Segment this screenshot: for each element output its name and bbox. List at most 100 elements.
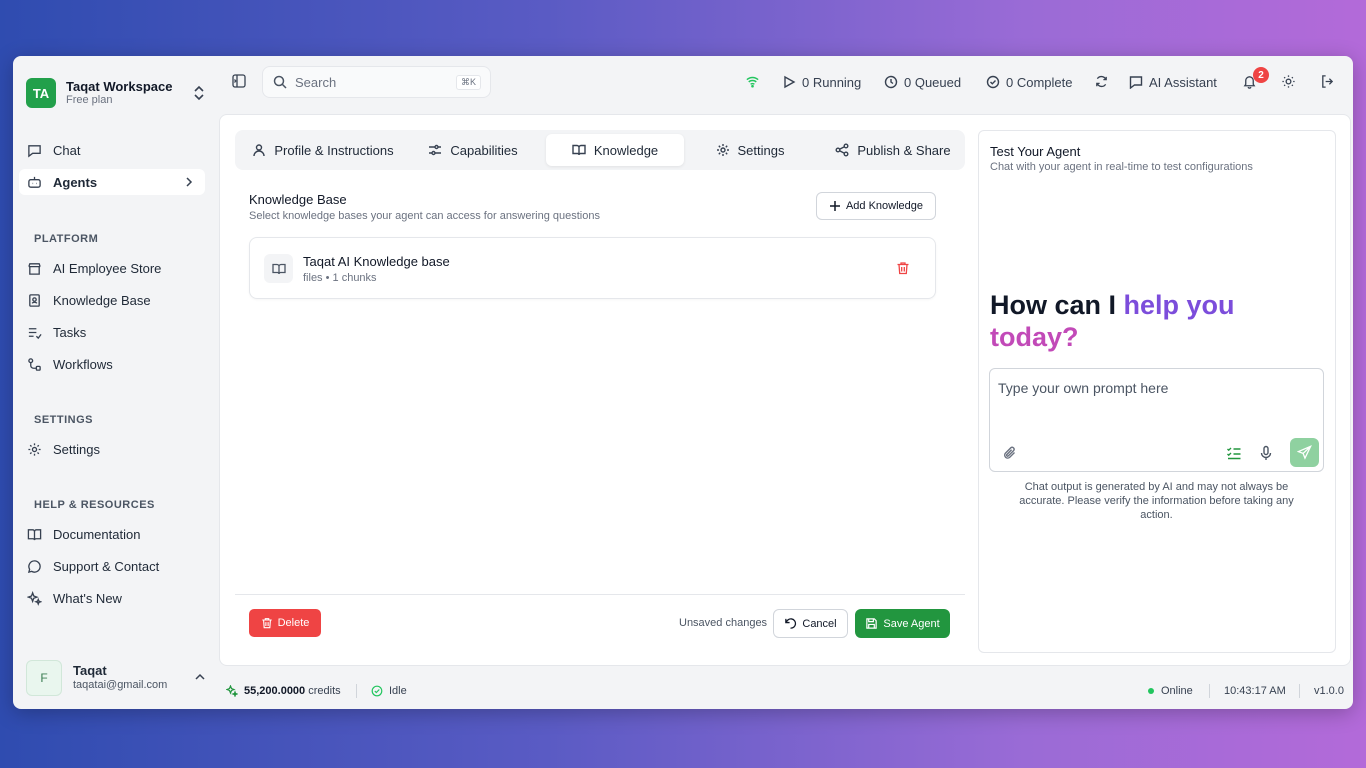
sidebar-item-agents[interactable]: Agents xyxy=(19,169,205,195)
tab-label: Publish & Share xyxy=(857,142,951,158)
tab-label: Settings xyxy=(737,142,785,158)
sidebar-item-label: Tasks xyxy=(53,324,87,340)
refresh-icon[interactable] xyxy=(1094,74,1109,89)
workspace-logo: TA xyxy=(26,78,56,108)
clock-icon xyxy=(884,75,898,89)
tab-label: Knowledge xyxy=(593,142,659,158)
greeting-highlight-2: today? xyxy=(990,322,1079,352)
knowledge-title: Knowledge Base xyxy=(249,192,347,207)
footer-separator xyxy=(356,684,357,698)
online-dot xyxy=(1148,688,1154,694)
workspace-name: Taqat Workspace xyxy=(66,78,173,94)
workspace-plan: Free plan xyxy=(66,94,113,107)
knowledge-subtitle: Select knowledge bases your agent can ac… xyxy=(249,210,600,222)
chat-icon xyxy=(28,144,41,157)
plus-icon xyxy=(829,201,840,211)
sidebar-item-label: Support & Contact xyxy=(53,558,160,574)
delete-button[interactable]: Delete xyxy=(249,609,321,637)
book-open-icon xyxy=(27,528,42,540)
sidebar-item-documentation[interactable]: Documentation xyxy=(19,521,205,547)
send-button[interactable] xyxy=(1290,438,1319,467)
sidebar-item-chat[interactable]: Chat xyxy=(19,137,205,163)
search-shortcut: ⌘K xyxy=(455,75,481,90)
sidebar-item-label: Chat xyxy=(53,142,81,158)
sparkles-icon xyxy=(27,590,42,606)
sidebar-item-workflows[interactable]: Workflows xyxy=(19,351,205,377)
sidebar-item-label: Workflows xyxy=(53,356,113,372)
test-agent-subtitle: Chat with your agent in real-time to tes… xyxy=(990,161,1253,173)
save-agent-button[interactable]: Save Agent xyxy=(855,609,950,638)
logout-icon[interactable] xyxy=(1320,74,1335,89)
ai-assistant-button[interactable]: AI Assistant xyxy=(1129,74,1217,90)
microphone-icon[interactable] xyxy=(1258,445,1274,461)
paperclip-icon[interactable] xyxy=(1002,445,1018,461)
sidebar-item-label: Settings xyxy=(53,441,100,457)
wifi-icon xyxy=(746,76,759,88)
credits-indicator: 55,200.0000 credits xyxy=(226,683,341,699)
queued-status[interactable]: 0 Queued xyxy=(884,74,961,90)
message-circle-icon xyxy=(27,559,41,573)
connection-status: Online xyxy=(1148,683,1193,699)
user-menu[interactable]: F Taqat taqatai@gmail.com xyxy=(26,659,206,697)
tab-knowledge[interactable]: Knowledge xyxy=(546,134,684,166)
knowledge-item-name: Taqat AI Knowledge base xyxy=(303,254,450,269)
main-panel: Profile & Instructions Capabilities Know… xyxy=(219,114,1351,666)
footer-divider xyxy=(235,594,965,595)
avatar: F xyxy=(26,660,62,696)
sidebar-item-support[interactable]: Support & Contact xyxy=(19,553,205,579)
running-status[interactable]: 0 Running xyxy=(782,74,861,90)
online-label: Online xyxy=(1161,685,1193,697)
play-icon xyxy=(784,75,796,89)
agent-status-label: Idle xyxy=(389,685,407,697)
running-label: 0 Running xyxy=(802,74,862,90)
sidebar: TA Taqat Workspace Free plan Chat Agents… xyxy=(13,56,218,709)
unsaved-indicator: Unsaved changes xyxy=(679,617,768,629)
trash-icon[interactable] xyxy=(896,261,910,275)
notification-badge: 2 xyxy=(1253,67,1269,83)
workspace-switcher[interactable]: TA Taqat Workspace Free plan xyxy=(26,78,206,108)
book-open-icon xyxy=(572,144,586,156)
sidebar-item-settings[interactable]: Settings xyxy=(19,436,205,462)
search-icon xyxy=(273,75,287,89)
sidebar-item-knowledge-base[interactable]: Knowledge Base xyxy=(19,287,205,313)
knowledge-item-meta: files • 1 chunks xyxy=(303,272,377,284)
save-icon xyxy=(866,618,878,629)
test-agent-panel: Test Your Agent Chat with your agent in … xyxy=(978,130,1336,653)
chevron-up-icon xyxy=(195,673,205,680)
tab-label: Profile & Instructions xyxy=(274,142,394,158)
tab-settings[interactable]: Settings xyxy=(700,134,800,166)
tab-capabilities[interactable]: Capabilities xyxy=(413,134,533,166)
chevrons-updown-icon xyxy=(194,85,204,101)
sidebar-item-ai-employee-store[interactable]: AI Employee Store xyxy=(19,255,205,281)
queued-label: 0 Queued xyxy=(904,74,962,90)
complete-label: 0 Complete xyxy=(1006,74,1073,90)
sun-icon[interactable] xyxy=(1281,74,1296,89)
search-input[interactable]: Search ⌘K xyxy=(262,66,491,98)
sparkles-icon xyxy=(226,685,238,697)
add-knowledge-button[interactable]: Add Knowledge xyxy=(816,192,936,220)
sidebar-toggle-icon[interactable] xyxy=(232,74,246,88)
section-settings: SETTINGS xyxy=(34,414,94,426)
workflow-icon xyxy=(28,357,41,371)
chat-greeting: How can I help you today? xyxy=(990,289,1290,353)
knowledge-item[interactable]: Taqat AI Knowledge base files • 1 chunks xyxy=(249,237,936,299)
sidebar-item-label: Knowledge Base xyxy=(53,292,151,308)
prompt-input[interactable]: Type your own prompt here xyxy=(989,368,1324,472)
tab-profile-instructions[interactable]: Profile & Instructions xyxy=(239,134,407,166)
tab-publish-share[interactable]: Publish & Share xyxy=(825,134,961,166)
section-platform: PLATFORM xyxy=(34,233,99,245)
share-icon xyxy=(835,143,849,157)
tasks-icon xyxy=(28,327,42,339)
check-circle-icon xyxy=(371,685,383,697)
user-name: Taqat xyxy=(73,663,107,678)
cancel-button[interactable]: Cancel xyxy=(773,609,848,638)
chevron-right-icon xyxy=(186,177,193,187)
complete-status[interactable]: 0 Complete xyxy=(986,74,1072,90)
sidebar-item-tasks[interactable]: Tasks xyxy=(19,319,205,345)
sidebar-item-whats-new[interactable]: What's New xyxy=(19,585,205,611)
delete-label: Delete xyxy=(277,617,310,629)
app-window: TA Taqat Workspace Free plan Chat Agents… xyxy=(13,56,1353,709)
checklist-icon[interactable] xyxy=(1226,445,1242,461)
section-help: HELP & RESOURCES xyxy=(34,499,155,511)
footer-separator xyxy=(1299,684,1300,698)
